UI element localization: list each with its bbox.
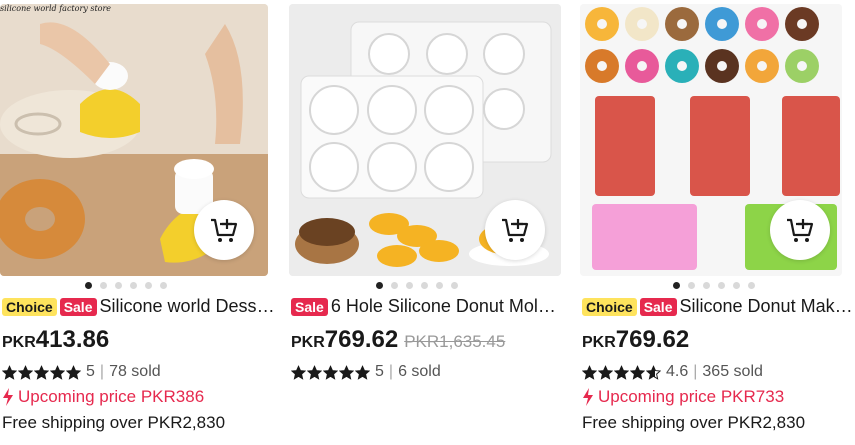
divider: | — [693, 363, 698, 380]
image-carousel-dots[interactable] — [376, 282, 458, 289]
carousel-dot[interactable] — [100, 282, 107, 289]
upcoming-price-text: Upcoming price PKR386 — [18, 387, 205, 406]
carousel-dot[interactable] — [673, 282, 680, 289]
price-currency: PKR — [2, 334, 36, 351]
carousel-dot[interactable] — [436, 282, 443, 289]
shipping-info: Free shipping over PKR2,830 — [2, 413, 226, 432]
price: PKR413.86 — [2, 326, 109, 354]
carousel-dot[interactable] — [748, 282, 755, 289]
add-to-cart-button[interactable] — [485, 200, 545, 260]
carousel-dot[interactable] — [703, 282, 710, 289]
carousel-dot[interactable] — [406, 282, 413, 289]
divider: | — [99, 363, 105, 380]
carousel-dot[interactable] — [421, 282, 428, 289]
star-icon — [630, 364, 645, 380]
original-price: PKR1,635.45 — [404, 332, 506, 351]
price-amount: 769.62 — [324, 326, 399, 353]
star-icon — [339, 364, 354, 380]
carousel-dot[interactable] — [688, 282, 695, 289]
sold-count: 365 sold — [702, 363, 763, 380]
star-icon — [66, 364, 81, 380]
add-to-cart-icon — [211, 218, 238, 242]
rating-value: 5 — [86, 363, 95, 380]
rating-stars — [2, 364, 81, 380]
price-currency: PKR — [291, 334, 325, 351]
divider: | — [388, 363, 394, 380]
sale-badge: Sale — [291, 297, 328, 316]
star-icon — [291, 364, 306, 380]
star-icon — [307, 364, 322, 380]
sold-count: 6 sold — [398, 363, 441, 380]
rating-value: 4.6 — [666, 363, 689, 380]
sale-badge: Sale — [639, 297, 677, 316]
carousel-dot[interactable] — [145, 282, 152, 289]
product-title[interactable]: Silicone world Desse… — [100, 296, 281, 317]
carousel-dot[interactable] — [85, 282, 92, 289]
star-icon — [323, 364, 338, 380]
price-row: PKR769.62 PKR1,635.45 — [291, 326, 505, 354]
price-currency: PKR — [582, 334, 616, 351]
image-carousel-dots[interactable] — [85, 282, 167, 289]
price-amount: 769.62 — [615, 326, 690, 353]
image-carousel-dots[interactable] — [673, 282, 755, 289]
add-to-cart-button[interactable] — [770, 200, 830, 260]
star-icon — [582, 364, 597, 380]
star-icon — [614, 364, 629, 380]
carousel-dot[interactable] — [451, 282, 458, 289]
price-row: PKR413.86 — [2, 326, 109, 354]
rating-row: 5 | 6 sold — [291, 363, 441, 381]
star-icon — [646, 364, 661, 380]
star-icon — [2, 364, 17, 380]
add-to-cart-icon — [502, 218, 529, 242]
product-title-row[interactable]: Sale 6 Hole Silicone Donut Mol… — [291, 296, 561, 317]
price-row: PKR769.62 — [582, 326, 689, 354]
add-to-cart-icon — [787, 218, 814, 242]
carousel-dot[interactable] — [718, 282, 725, 289]
star-icon — [18, 364, 33, 380]
carousel-dot[interactable] — [733, 282, 740, 289]
product-title-row[interactable]: Choice Sale Silicone world Desse… — [2, 296, 280, 317]
price: PKR769.62 — [582, 326, 689, 354]
product-card[interactable]: Choice Sale Silicone Donut Mak… PKR769.6… — [580, 0, 855, 445]
carousel-dot[interactable] — [160, 282, 167, 289]
carousel-dot[interactable] — [391, 282, 398, 289]
rating-value: 5 — [375, 363, 384, 380]
rating-row: 5 | 78 sold — [2, 363, 161, 381]
product-title[interactable]: 6 Hole Silicone Donut Mol… — [331, 296, 561, 317]
star-icon — [355, 364, 370, 380]
carousel-dot[interactable] — [130, 282, 137, 289]
star-icon — [50, 364, 65, 380]
lightning-icon — [3, 388, 13, 406]
rating-row: 4.6 | 365 sold — [582, 363, 763, 381]
shipping-info: Free shipping over PKR2,830 — [582, 413, 806, 432]
add-to-cart-button[interactable] — [194, 200, 254, 260]
star-icon — [34, 364, 49, 380]
rating-stars — [291, 364, 370, 380]
upcoming-price: Upcoming price PKR733 — [582, 387, 784, 407]
star-icon — [598, 364, 613, 380]
upcoming-price: Upcoming price PKR386 — [2, 387, 204, 407]
product-title-row[interactable]: Choice Sale Silicone Donut Mak… — [582, 296, 855, 317]
choice-badge: Choice — [582, 297, 637, 316]
product-card[interactable]: silicone world factory store Choice Sale… — [0, 0, 280, 445]
price: PKR769.62 — [291, 326, 398, 354]
carousel-dot[interactable] — [115, 282, 122, 289]
product-title[interactable]: Silicone Donut Mak… — [680, 296, 855, 317]
upcoming-price-text: Upcoming price PKR733 — [598, 387, 785, 406]
product-card[interactable]: Sale 6 Hole Silicone Donut Mol… PKR769.6… — [289, 0, 561, 445]
sold-count: 78 sold — [109, 363, 161, 380]
sale-badge: Sale — [59, 297, 97, 316]
choice-badge: Choice — [2, 297, 57, 316]
price-amount: 413.86 — [35, 326, 110, 353]
image-watermark: silicone world factory store — [0, 4, 112, 13]
lightning-icon — [583, 388, 593, 406]
carousel-dot[interactable] — [376, 282, 383, 289]
rating-stars — [582, 364, 661, 380]
